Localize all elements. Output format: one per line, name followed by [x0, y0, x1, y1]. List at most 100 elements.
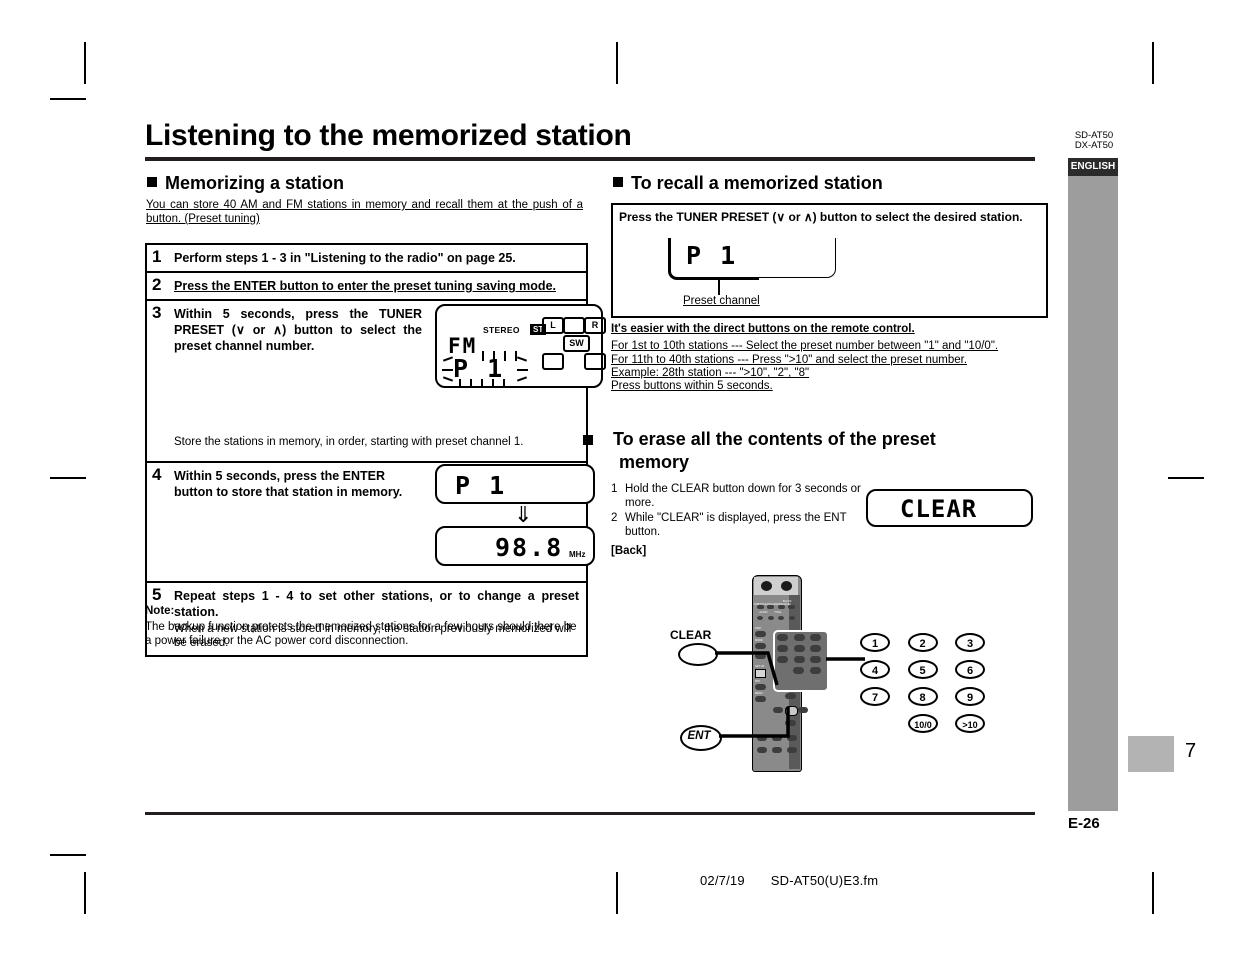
bottom-rule [145, 812, 1035, 815]
frequency-display: 98.8 [495, 533, 564, 562]
keypad-button-9[interactable]: 9 [955, 687, 985, 706]
step-title: Repeat steps 1 - 4 to set other stations… [174, 589, 579, 619]
square-bullet-icon [613, 177, 623, 187]
language-tab: ENGLISH [1068, 158, 1118, 176]
blink-ray-right2 [517, 369, 528, 371]
step-title: Press the ENTER button to enter the pres… [174, 279, 556, 293]
recall-heading-text: To recall a memorized station [631, 173, 883, 193]
lcd-display-step4-frequency: 98.8 MHz [435, 526, 595, 566]
blink-ticks-bottom [457, 379, 519, 388]
list-item: 1 Hold the CLEAR button down for 3 secon… [611, 482, 861, 510]
section-heading-memorizing: Memorizing a station [147, 172, 577, 195]
direct-buttons-line: Example: 28th station --- ">10", "2", "8… [611, 367, 810, 379]
preset-number-display: P 1 [455, 471, 507, 500]
speaker-box-left: L [542, 317, 564, 334]
lcd-display-recall: P 1 [668, 238, 836, 280]
enlarged-keypad: 1 2 3 4 5 6 7 8 9 10/0 >10 [860, 633, 985, 753]
blink-ray-left2 [442, 369, 453, 371]
keypad-button-3[interactable]: 3 [955, 633, 985, 652]
recall-instruction-box: Press the TUNER PRESET (∨ or ∧) button t… [611, 203, 1048, 318]
keypad-button-7[interactable]: 7 [860, 687, 890, 706]
remote-control-diagram: SUBTITLE ANGLE MODE BLACK LEVEL AUDIO TI… [660, 565, 990, 772]
speaker-box-surround-left [542, 353, 564, 370]
crop-mark-tc [616, 42, 618, 84]
speaker-box-surround-right [584, 353, 606, 370]
step-number: 1 [152, 247, 162, 266]
keypad-button-8[interactable]: 8 [907, 687, 938, 706]
step-row: 2 Press the ENTER button to enter the pr… [147, 273, 586, 301]
model-numbers: SD-AT50 DX-AT50 [1058, 131, 1130, 151]
crop-mark-tl-v [84, 42, 86, 84]
lcd-display-step3: STEREO ST FM P 1 L R SW [435, 304, 606, 388]
footer: 02/7/19 SD-AT50(U)E3.fm [700, 873, 904, 888]
edition-code: E-26 [1068, 815, 1100, 832]
recall-instruction-text: Press the TUNER PRESET (∨ or ∧) button t… [619, 210, 1023, 224]
square-bullet-icon [583, 435, 593, 445]
note-label: Note: [145, 605, 175, 617]
callout-label-preset-channel: Preset channel [683, 295, 760, 307]
erase-heading-line2: memory [619, 452, 690, 472]
note-text: The backup function protects the memoriz… [145, 621, 577, 647]
blink-ray-left [442, 356, 454, 362]
keypad-button-5[interactable]: 5 [907, 660, 938, 679]
crop-mark-tl-h [50, 98, 86, 100]
footer-filename: SD-AT50(U)E3.fm [770, 873, 879, 888]
section-heading-recall: To recall a memorized station [613, 172, 1043, 195]
subwoofer-box: SW [563, 335, 590, 352]
crop-mark-bc [616, 872, 618, 914]
step-row: 3 Within 5 seconds, press the TUNER PRES… [147, 301, 606, 463]
lcd-display-step4-preset: P 1 [435, 464, 595, 504]
clear-display-text: CLEAR [900, 495, 978, 523]
sidebar-gray-bar [1068, 176, 1118, 811]
keypad-button-over-10[interactable]: >10 [955, 714, 985, 733]
keypad-button-1[interactable]: 1 [860, 633, 890, 652]
direct-buttons-line: For 1st to 10th stations --- Select the … [611, 340, 999, 352]
crop-mark-br-v [1152, 872, 1154, 914]
crop-mark-bl-h [50, 854, 86, 856]
erase-heading-line1: To erase all the contents of the preset [613, 429, 936, 449]
direct-buttons-line: Press buttons within 5 seconds. [611, 380, 773, 392]
step-title: Within 5 seconds, press the ENTER button… [174, 469, 403, 499]
step-title: Perform steps 1 - 3 in "Listening to the… [174, 251, 516, 265]
memorizing-intro: You can store 40 AM and FM stations in m… [146, 199, 583, 225]
list-item-text: While "CLEAR" is displayed, press the EN… [625, 512, 847, 538]
blink-ray-left3 [442, 376, 454, 382]
keypad-button-10-0[interactable]: 10/0 [908, 714, 938, 733]
crop-mark-ml-h [50, 477, 86, 479]
step-row: 1 Perform steps 1 - 3 in "Listening to t… [147, 245, 586, 273]
back-label: [Back] [611, 545, 647, 557]
keypad-button-6[interactable]: 6 [955, 660, 985, 679]
page-tab-marker [1128, 736, 1174, 772]
list-item-number: 1 [611, 483, 618, 495]
frequency-unit-label: MHz [569, 550, 586, 559]
speaker-box-center [563, 317, 585, 334]
step-row: 4 Within 5 seconds, press the ENTER butt… [147, 463, 595, 583]
section-heading-erase: To erase all the contents of the preset … [583, 428, 1073, 474]
callout-line-vertical [718, 277, 720, 295]
keypad-button-4[interactable]: 4 [860, 660, 890, 679]
lcd-display-clear: CLEAR [866, 489, 1033, 527]
page-number: 7 [1185, 740, 1197, 762]
page-title: Listening to the memorized station [145, 119, 632, 152]
step-title: Within 5 seconds, press the TUNER PRESET… [174, 307, 422, 353]
memorizing-heading-text: Memorizing a station [165, 173, 345, 193]
model-dx-at50: DX-AT50 [1074, 140, 1114, 151]
direct-buttons-headline: It's easier with the direct buttons on t… [611, 323, 915, 335]
step-subtext: Store the stations in memory, in order, … [174, 436, 524, 448]
step-number: 3 [152, 303, 162, 322]
crop-mark-bl-v [84, 872, 86, 914]
list-item-text: Hold the CLEAR button down for 3 seconds… [625, 483, 861, 509]
memorizing-steps-table: 1 Perform steps 1 - 3 in "Listening to t… [145, 243, 606, 657]
down-arrow-icon: ⇓ [514, 502, 533, 527]
list-item-number: 2 [611, 512, 618, 524]
blink-ray-right3 [516, 376, 528, 382]
square-bullet-icon [147, 177, 157, 187]
crop-mark-tr-v [1152, 42, 1154, 84]
direct-buttons-line: For 11th to 40th stations --- Press ">10… [611, 354, 968, 366]
footer-date: 02/7/19 [700, 873, 745, 888]
keypad-button-2[interactable]: 2 [907, 633, 938, 652]
title-rule [145, 157, 1035, 161]
crop-mark-mr-h [1168, 477, 1204, 479]
speaker-box-right: R [584, 317, 606, 334]
stereo-label: STEREO [483, 325, 520, 335]
